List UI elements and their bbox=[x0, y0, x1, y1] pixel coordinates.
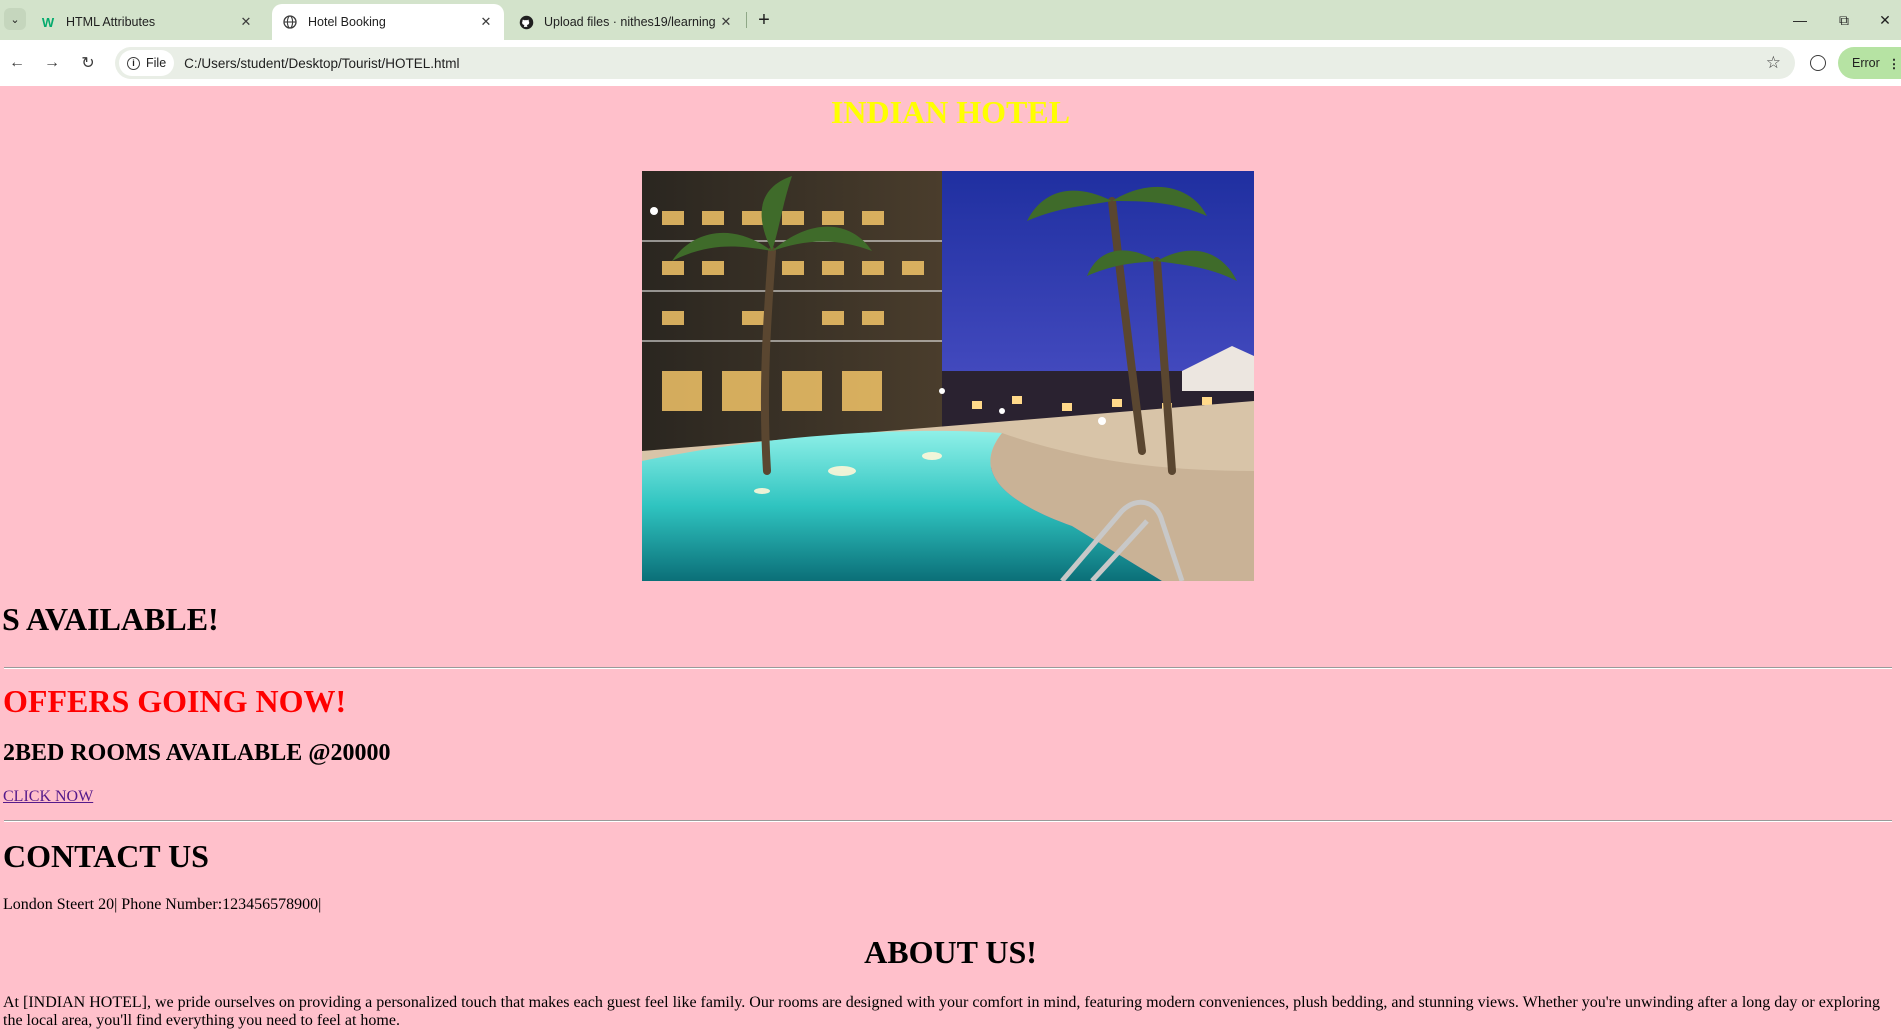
plus-icon: + bbox=[758, 8, 770, 31]
more-menu-icon[interactable]: ⋮ bbox=[1888, 56, 1901, 71]
rooms-heading: 2BED ROOMS AVAILABLE @20000 bbox=[3, 740, 391, 766]
tab-upload-files[interactable]: Upload files · nithes19/learning ✕ bbox=[508, 4, 744, 40]
arrow-left-icon: ← bbox=[9, 54, 25, 71]
address-line: London Steert 20| Phone Number:123456578… bbox=[3, 896, 322, 913]
hotel-pool-image bbox=[642, 171, 1254, 581]
chevron-down-icon: ⌄ bbox=[10, 13, 20, 26]
profile-icon bbox=[1810, 55, 1826, 71]
reload-button[interactable]: ↻ bbox=[75, 50, 101, 76]
about-text: At [INDIAN HOTEL], we pride ourselves on… bbox=[3, 994, 1881, 1029]
browser-tab-bar: ⌄ W HTML Attributes ✕ Hotel Booking ✕ Up… bbox=[0, 0, 1901, 40]
divider bbox=[4, 820, 1892, 822]
tab-title: Hotel Booking bbox=[308, 15, 386, 29]
github-icon bbox=[518, 14, 534, 30]
back-button[interactable]: ← bbox=[4, 50, 30, 76]
close-icon[interactable]: ✕ bbox=[478, 14, 494, 30]
tab-hotel-booking[interactable]: Hotel Booking ✕ bbox=[272, 4, 504, 40]
site-info-chip[interactable]: i File bbox=[119, 50, 175, 76]
tab-search-button[interactable]: ⌄ bbox=[4, 8, 26, 30]
new-tab-button[interactable]: + bbox=[752, 8, 776, 32]
error-button[interactable]: Error ⋮ bbox=[1838, 47, 1901, 79]
info-icon: i bbox=[127, 56, 140, 70]
forward-button[interactable]: → bbox=[39, 50, 65, 76]
arrow-right-icon: → bbox=[44, 54, 60, 71]
tab-separator bbox=[746, 12, 747, 28]
profile-button[interactable] bbox=[1805, 50, 1831, 76]
close-icon[interactable]: ✕ bbox=[718, 14, 734, 30]
error-label: Error bbox=[1852, 56, 1880, 70]
minimize-icon: — bbox=[1793, 12, 1807, 28]
click-now-link[interactable]: CLICK NOW bbox=[3, 788, 93, 806]
contact-heading: CONTACT US bbox=[3, 838, 209, 874]
restore-button[interactable]: ⧉ bbox=[1826, 6, 1862, 34]
page-content: INDIAN HOTEL S AVAILABLE! OFFERS GOING N… bbox=[0, 86, 1901, 1033]
tab-html-attributes[interactable]: W HTML Attributes ✕ bbox=[30, 4, 264, 40]
divider bbox=[4, 667, 1892, 669]
offers-heading: OFFERS GOING NOW! bbox=[3, 683, 347, 719]
w3schools-icon: W bbox=[41, 14, 55, 30]
close-window-button[interactable]: ✕ bbox=[1869, 6, 1901, 34]
bookmark-star-icon[interactable]: ☆ bbox=[1766, 53, 1781, 73]
site-info-label: File bbox=[146, 56, 167, 70]
globe-icon bbox=[282, 14, 298, 30]
browser-toolbar: ← → ↻ i File C:/Users/student/Desktop/To… bbox=[0, 40, 1901, 87]
hotel-title: INDIAN HOTEL bbox=[830, 94, 1071, 130]
url-text[interactable]: C:/Users/student/Desktop/Tourist/HOTEL.h… bbox=[184, 56, 459, 71]
restore-icon: ⧉ bbox=[1839, 11, 1849, 28]
address-bar[interactable]: i File C:/Users/student/Desktop/Tourist/… bbox=[115, 47, 1795, 79]
close-icon: ✕ bbox=[1879, 11, 1891, 28]
close-icon[interactable]: ✕ bbox=[238, 14, 254, 30]
reload-icon: ↻ bbox=[81, 55, 95, 72]
tab-title: Upload files · nithes19/learning bbox=[544, 15, 716, 29]
tab-title: HTML Attributes bbox=[66, 15, 156, 29]
about-heading: ABOUT US! bbox=[864, 934, 1037, 970]
minimize-button[interactable]: — bbox=[1782, 6, 1818, 34]
marquee-rooms-available: S AVAILABLE! bbox=[2, 601, 219, 637]
